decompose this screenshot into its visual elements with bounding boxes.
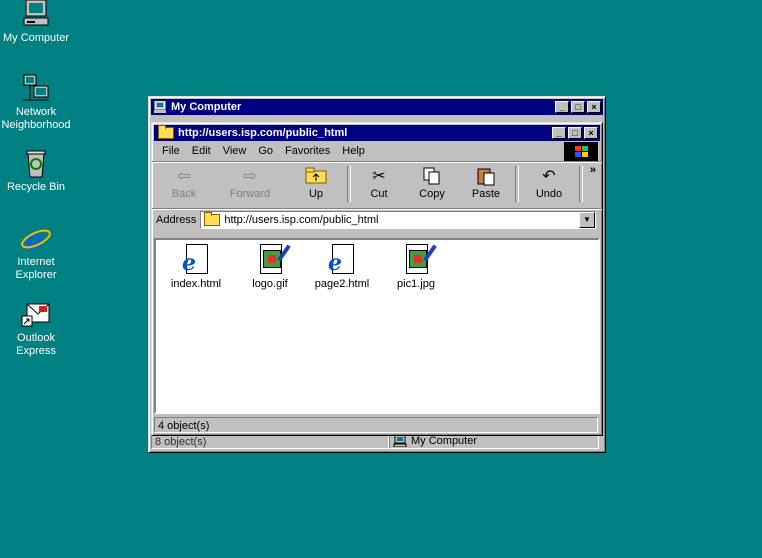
file-item[interactable]: e page2.html: [312, 244, 372, 290]
window-title: My Computer: [171, 101, 242, 113]
address-input[interactable]: http://users.isp.com/public_html ▼: [200, 211, 596, 229]
network-neighborhood-icon: [19, 72, 53, 104]
back-label: Back: [171, 188, 197, 200]
menu-help[interactable]: Help: [336, 145, 371, 157]
html-file-icon: e: [326, 244, 358, 276]
desktop-icon-label: Network Neighborhood: [1, 106, 71, 131]
up-button[interactable]: Up: [288, 164, 344, 204]
folder-icon: [204, 212, 221, 226]
undo-label: Undo: [535, 188, 563, 200]
paste-button[interactable]: Paste: [460, 164, 512, 204]
back-button[interactable]: ⇦ Back: [156, 164, 212, 204]
file-item[interactable]: e index.html: [166, 244, 226, 290]
undo-icon: ↶: [542, 168, 556, 185]
explorer-window[interactable]: http://users.isp.com/public_html _ □ × F…: [151, 122, 603, 436]
cut-button[interactable]: ✂ Cut: [354, 164, 404, 204]
toolbar-more-chevron-icon[interactable]: »: [590, 164, 596, 176]
menu-file[interactable]: File: [156, 145, 186, 157]
my-computer-icon: [19, 0, 53, 30]
address-bar: Address http://users.isp.com/public_html…: [152, 208, 602, 231]
address-dropdown-button[interactable]: ▼: [579, 212, 595, 228]
standard-toolbar: ⇦ Back ⇨ Forward Up ✂ Cut Copy Paste ↶ U…: [152, 161, 602, 208]
copy-icon: [404, 166, 460, 188]
copy-label: Copy: [419, 188, 445, 200]
minimize-button[interactable]: _: [552, 127, 566, 139]
desktop-icon-outlook-express[interactable]: Outlook Express: [0, 298, 73, 358]
inner-status-bar: 4 object(s): [154, 416, 598, 434]
toolbar-separator: [579, 166, 583, 202]
paste-icon: [460, 166, 512, 188]
my-computer-icon: [393, 435, 407, 447]
desktop-icon-label: Recycle Bin: [6, 181, 66, 193]
desktop-icon-label: My Computer: [2, 32, 70, 44]
desktop-icon-recycle-bin[interactable]: Recycle Bin: [0, 147, 73, 194]
internet-explorer-icon: e: [19, 222, 53, 258]
desktop-icon-internet-explorer[interactable]: e Internet Explorer: [0, 222, 73, 282]
status-object-count: 4 object(s): [154, 417, 598, 433]
desktop-icon-my-computer[interactable]: My Computer: [0, 0, 73, 45]
image-file-icon: [400, 244, 437, 276]
cut-label: Cut: [370, 188, 388, 200]
address-label: Address: [156, 214, 197, 226]
forward-arrow-icon: ⇨: [243, 168, 257, 185]
close-button[interactable]: ×: [587, 101, 601, 113]
desktop-icon-label: Internet Explorer: [15, 256, 57, 281]
minimize-button[interactable]: _: [555, 101, 569, 113]
scissors-icon: ✂: [372, 168, 386, 185]
menu-view[interactable]: View: [217, 145, 253, 157]
toolbar-separator: [347, 166, 351, 202]
forward-button[interactable]: ⇨ Forward: [212, 164, 288, 204]
outer-title-bar[interactable]: My Computer _ □ ×: [151, 99, 603, 115]
up-folder-icon: [288, 166, 344, 188]
menu-bar: File Edit View Go Favorites Help: [152, 141, 602, 161]
recycle-bin-icon: [19, 147, 53, 179]
window-title: http://users.isp.com/public_html: [178, 127, 348, 139]
forward-label: Forward: [229, 188, 271, 200]
toolbar-separator: [515, 166, 519, 202]
menu-edit[interactable]: Edit: [186, 145, 217, 157]
my-computer-icon: [154, 101, 166, 113]
back-arrow-icon: ⇦: [177, 168, 191, 185]
maximize-button[interactable]: □: [568, 127, 582, 139]
maximize-button[interactable]: □: [571, 101, 585, 113]
desktop-icon-label: Outlook Express: [16, 332, 56, 357]
undo-button[interactable]: ↶ Undo: [522, 164, 576, 204]
svg-text:e: e: [25, 223, 44, 254]
address-value: http://users.isp.com/public_html: [224, 214, 379, 226]
file-name: pic1.jpg: [397, 278, 435, 290]
file-item[interactable]: pic1.jpg: [386, 244, 446, 290]
html-file-icon: e: [180, 244, 212, 276]
windows-logo-icon: [564, 142, 598, 161]
paste-label: Paste: [471, 188, 501, 200]
file-name: index.html: [170, 278, 222, 290]
file-item[interactable]: logo.gif: [240, 244, 300, 290]
menu-favorites[interactable]: Favorites: [279, 145, 336, 157]
up-label: Up: [308, 188, 324, 200]
close-button[interactable]: ×: [584, 127, 598, 139]
inner-title-bar[interactable]: http://users.isp.com/public_html _ □ ×: [154, 125, 600, 141]
file-list-pane[interactable]: e index.html logo.gif e page2.html pic1.…: [154, 238, 600, 414]
outlook-express-icon: [19, 298, 53, 330]
file-name: page2.html: [314, 278, 370, 290]
copy-button[interactable]: Copy: [404, 164, 460, 204]
image-file-icon: [254, 244, 291, 276]
menu-go[interactable]: Go: [252, 145, 279, 157]
file-name: logo.gif: [252, 278, 288, 290]
desktop-icon-network-neighborhood[interactable]: Network Neighborhood: [0, 72, 73, 132]
folder-icon: [158, 125, 174, 139]
